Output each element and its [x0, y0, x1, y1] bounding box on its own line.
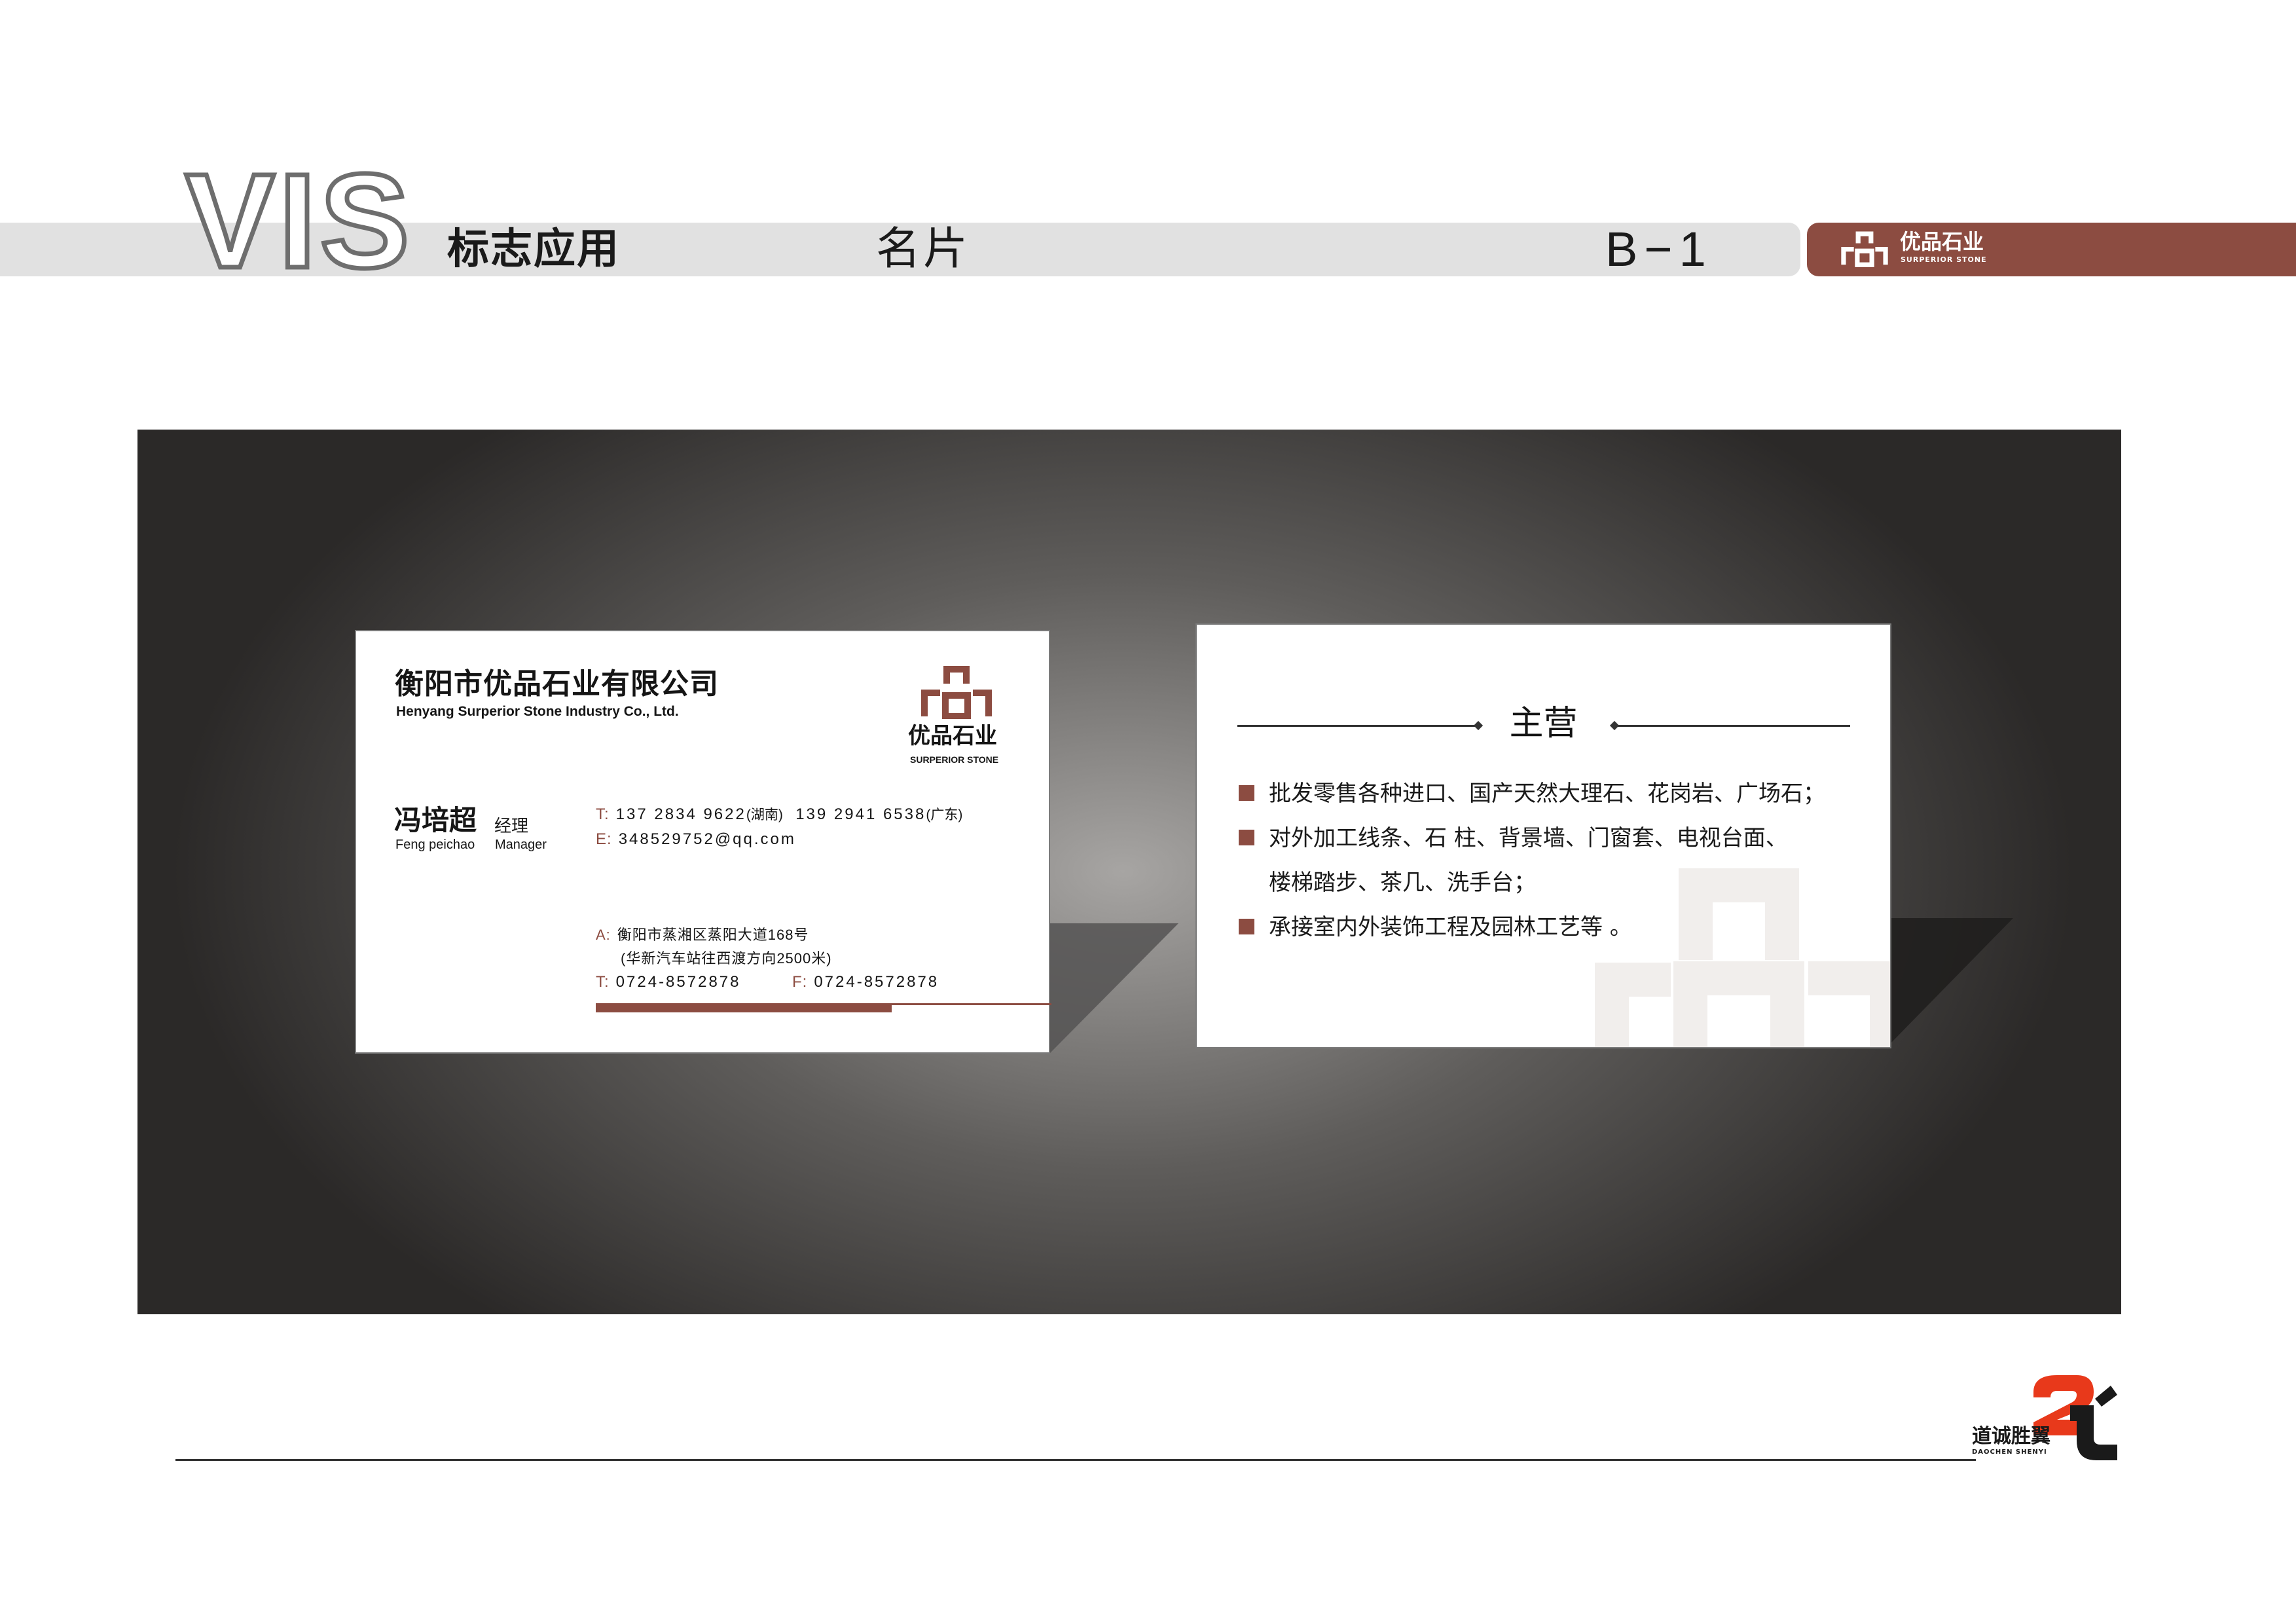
fax: 0724-8572878: [814, 973, 939, 991]
service-item-text: 批发零售各种进口、国产天然大理石、花岗岩、广场石；: [1269, 781, 1825, 807]
header-brand-name-en: SURPERIOR STONE: [1901, 255, 1987, 264]
header-brand-name: 优品石业: [1900, 229, 1984, 254]
person-title: 经理: [494, 817, 529, 836]
tel-line: T: 0724-8572878: [596, 973, 741, 991]
service-item-text: 承接室内外装饰工程及园林工艺等 。: [1269, 914, 1632, 940]
service-item: 承接室内外装饰工程及园林工艺等 。: [1239, 913, 1632, 942]
address-label: A:: [596, 927, 611, 943]
service-item-text: 对外加工线条、石 柱、背景墙、门窗套、电视台面、: [1269, 825, 1788, 851]
brand-logo-icon: [1841, 231, 1888, 267]
service-item: 批发零售各种进口、国产天然大理石、花岗岩、广场石；: [1239, 779, 1825, 808]
phone-2-region: (广东): [926, 807, 963, 822]
phone-1: 137 2834 9622: [615, 805, 746, 823]
header-brand-tab: 优品石业 SURPERIOR STONE: [1807, 223, 2296, 276]
phone-1-region: (湖南): [746, 807, 783, 822]
logo-watermark-icon: [1595, 868, 1890, 1047]
bullet-square-icon: [1239, 784, 1254, 801]
mobile-phones: T: 137 2834 9622(湖南) 139 2941 6538(广东): [596, 805, 962, 824]
vis-title: VIS: [183, 146, 414, 296]
heading-rule-right: [1614, 725, 1850, 727]
business-card-back: 主营 批发零售各种进口、国产天然大理石、花岗岩、广场石； 对外加工线条、石 柱、…: [1195, 623, 1891, 1048]
email: 348529752@qq.com: [618, 830, 796, 848]
page-title: 名片: [876, 223, 971, 275]
person-name-en: Feng peichao: [395, 838, 475, 852]
phone-label: T:: [596, 805, 610, 823]
person-name: 冯培超: [394, 804, 477, 836]
studio-name-cn: 道诚胜翼: [1972, 1425, 2050, 1448]
studio-name-en: DAOCHEN SHENYI: [1972, 1449, 2047, 1456]
email-line: E: 348529752@qq.com: [596, 830, 796, 849]
tel: 0724-8572878: [615, 973, 741, 991]
address-line: A: 衡阳市蒸湘区蒸阳大道168号: [596, 926, 809, 944]
business-card-front: 衡阳市优品石业有限公司 Henyang Surperior Stone Indu…: [355, 630, 1051, 1054]
company-name-en: Henyang Surperior Stone Industry Co., Lt…: [396, 704, 679, 719]
phone-2: 139 2941 6538: [795, 805, 926, 823]
back-heading: 主营: [1509, 704, 1578, 743]
accent-bar: [596, 1005, 892, 1012]
fax-line: F: 0724-8572878: [792, 973, 939, 991]
tel-label: T:: [596, 973, 610, 991]
service-item-continued: 楼梯踏步、茶几、洗手台；: [1269, 870, 1536, 896]
logo-name-en: SURPERIOR STONE: [910, 754, 999, 765]
address-note: (华新汽车站往西渡方向2500米): [621, 950, 832, 967]
email-label: E:: [596, 830, 612, 848]
logo-name: 优品石业: [908, 723, 997, 749]
address: 衡阳市蒸湘区蒸阳大道168号: [617, 927, 809, 943]
page-code: B−1: [1605, 222, 1713, 276]
bullet-square-icon: [1239, 829, 1254, 845]
footer-rule: [175, 1459, 1976, 1461]
company-name-cn: 衡阳市优品石业有限公司: [395, 667, 719, 701]
service-item: 对外加工线条、石 柱、背景墙、门窗套、电视台面、: [1239, 824, 1788, 853]
company-logo-icon: [921, 666, 992, 719]
section-title: 标志应用: [447, 225, 620, 274]
bullet-square-icon: [1239, 918, 1254, 934]
person-title-en: Manager: [495, 838, 547, 852]
fax-label: F:: [792, 973, 808, 991]
